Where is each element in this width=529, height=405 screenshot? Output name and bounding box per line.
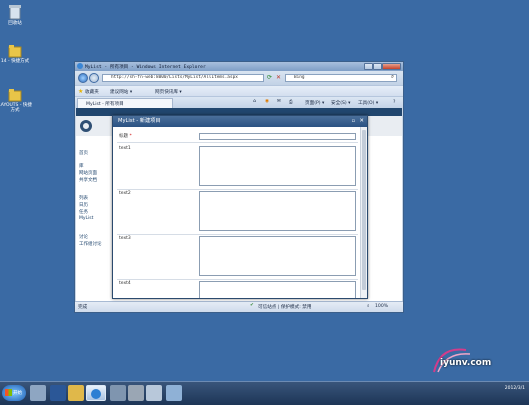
tab-row: MyList - 所有项目 ⌂ ◉ ✉ ⎙ 页面(P) ▾ 安全(S) ▾ 工具… [75, 96, 403, 108]
address-input[interactable]: http://sh-fn-web:8000/Lists/MyList/AllIt… [102, 74, 264, 82]
status-text: 完成 [78, 305, 88, 310]
watermark: iyunv.com [433, 348, 526, 378]
taskbar: 开始 2012/3/1 [0, 381, 529, 405]
rss-icon[interactable]: ◉ [265, 99, 269, 104]
print-icon[interactable]: ⎙ [289, 99, 293, 105]
taskbar-explorer-icon[interactable] [68, 385, 84, 401]
address-text: http://sh-fn-web:8000/Lists/MyList/AllIt… [111, 75, 238, 80]
browser-title: MyList - 所有项目 - Windows Internet Explore… [85, 65, 206, 70]
fav-link-suggested[interactable]: 建议网站 ▾ [110, 89, 132, 95]
taskbar-app-icon[interactable] [110, 385, 126, 401]
field-label: text2 [119, 191, 131, 196]
field-label-text: 标题 [119, 134, 128, 139]
folder-icon [8, 89, 22, 102]
desktop-icon-label: 回收站 [8, 21, 22, 26]
nav-item-mylist[interactable]: MyList [79, 216, 93, 221]
dialog-title: MyList - 新建项目 [118, 118, 161, 124]
clock-date: 2012/3/1 [504, 386, 525, 391]
page-menu[interactable]: 页面(P) ▾ [305, 100, 324, 106]
start-label: 开始 [13, 391, 22, 396]
tab-active[interactable]: MyList - 所有项目 [77, 98, 173, 108]
nav-item-tasks[interactable]: 任务 [79, 209, 88, 215]
favorites-button[interactable]: 收藏夹 [85, 89, 99, 95]
dialog-maximize-icon[interactable]: ▫ [352, 116, 355, 127]
text3-input[interactable] [199, 236, 356, 276]
system-clock[interactable]: 2012/3/1 [505, 386, 525, 392]
nav-item-lists[interactable]: 列表 [79, 195, 88, 201]
nav-item-libraries[interactable]: 库 [79, 163, 84, 169]
dialog-close-icon[interactable]: ✕ [359, 116, 364, 127]
refresh-icon[interactable]: ⟳ [267, 74, 274, 81]
sharepoint-logo-icon [80, 120, 92, 132]
minimize-button[interactable] [364, 63, 373, 70]
browser-title-bar[interactable]: MyList - 所有项目 - Windows Internet Explore… [75, 62, 403, 71]
desktop-icon-label: 14 - 快捷方式 [0, 59, 30, 64]
scrollbar-thumb[interactable] [362, 130, 366, 290]
windows-logo-icon [5, 389, 12, 396]
search-icon[interactable]: ⌕ [391, 74, 394, 81]
start-button[interactable]: 开始 [2, 385, 26, 401]
field-label: 标题 * [119, 133, 132, 139]
search-placeholder: Bing [294, 75, 305, 80]
dialog-scrollbar[interactable] [360, 127, 367, 298]
fav-link-slices[interactable]: 网页快讯库 ▾ [155, 89, 182, 95]
zoom-level[interactable]: 100% [375, 304, 388, 309]
dialog-title-bar[interactable]: MyList - 新建项目 ▫ ✕ [113, 116, 367, 127]
field-row-text1: text1 [117, 144, 358, 190]
search-input[interactable]: Bing [285, 74, 397, 82]
desktop-icon-layouts-shortcut[interactable]: LAYOUTS - 快捷方式 [0, 88, 33, 113]
taskbar-tool-icon[interactable] [128, 385, 144, 401]
close-button[interactable] [382, 63, 401, 70]
desktop-icon-recycle-bin[interactable]: 回收站 [0, 4, 33, 26]
watermark-text: iyunv.com [440, 358, 492, 368]
desktop-icon-label: LAYOUTS - 快捷方式 [0, 103, 32, 113]
nav-item-home[interactable]: 首页 [79, 150, 88, 156]
text4-input[interactable] [199, 281, 356, 298]
recycle-bin-icon [9, 5, 21, 20]
favorites-star-icon[interactable]: ★ [78, 88, 83, 95]
folder-icon [8, 45, 22, 58]
new-item-dialog: MyList - 新建项目 ▫ ✕ 标题 * text1 text2 text3… [112, 115, 368, 299]
security-zone[interactable]: 可信站点 | 保护模式: 禁用 [258, 304, 311, 310]
ie-logo-icon [91, 389, 101, 399]
zoom-icon: ⌕ [367, 304, 370, 309]
text2-input[interactable] [199, 191, 356, 231]
status-bar: 完成 ✔ 可信站点 | 保护模式: 禁用 ⌕ 100% [75, 301, 403, 312]
field-label: text4 [119, 281, 131, 286]
field-row-title: 标题 * [117, 131, 358, 143]
dialog-body: 标题 * text1 text2 text3 text4 [113, 127, 360, 298]
title-input[interactable] [199, 133, 356, 140]
home-icon[interactable]: ⌂ [253, 99, 256, 104]
nav-item-shared-docs[interactable]: 共享文档 [79, 177, 97, 183]
tools-menu[interactable]: 工具(O) ▾ [358, 100, 378, 106]
trusted-zone-icon: ✔ [250, 303, 254, 308]
taskbar-ie-icon[interactable] [86, 385, 106, 401]
maximize-button[interactable] [373, 63, 382, 70]
nav-item-discussions[interactable]: 讨论 [79, 234, 88, 240]
desktop-icon-14-shortcut[interactable]: 14 - 快捷方式 [0, 44, 33, 64]
nav-item-calendar[interactable]: 日历 [79, 202, 88, 208]
stop-icon[interactable]: ✕ [276, 74, 283, 81]
help-button[interactable]: ? [393, 100, 395, 105]
text1-input[interactable] [199, 146, 356, 186]
taskbar-powershell-icon[interactable] [50, 385, 66, 401]
taskbar-window-icon[interactable] [166, 385, 182, 401]
taskbar-sharepoint-icon[interactable] [146, 385, 162, 401]
mail-icon[interactable]: ✉ [277, 99, 281, 104]
safety-menu[interactable]: 安全(S) ▾ [331, 100, 350, 106]
field-label: text1 [119, 146, 131, 151]
required-mark: * [129, 134, 132, 139]
tab-label: MyList - 所有项目 [86, 102, 124, 107]
nav-item-site-pages[interactable]: 网站页面 [79, 170, 97, 176]
forward-button[interactable] [89, 73, 99, 83]
nav-item-team-discussion[interactable]: 工作组讨论 [79, 241, 102, 247]
field-label: text3 [119, 236, 131, 241]
field-row-text3: text3 [117, 234, 358, 280]
field-row-text4: text4 [117, 279, 358, 298]
address-bar-row: http://sh-fn-web:8000/Lists/MyList/AllIt… [75, 71, 403, 85]
back-button[interactable] [78, 73, 88, 83]
taskbar-server-manager-icon[interactable] [30, 385, 46, 401]
field-row-text2: text2 [117, 189, 358, 235]
ie-logo-icon [77, 63, 83, 69]
